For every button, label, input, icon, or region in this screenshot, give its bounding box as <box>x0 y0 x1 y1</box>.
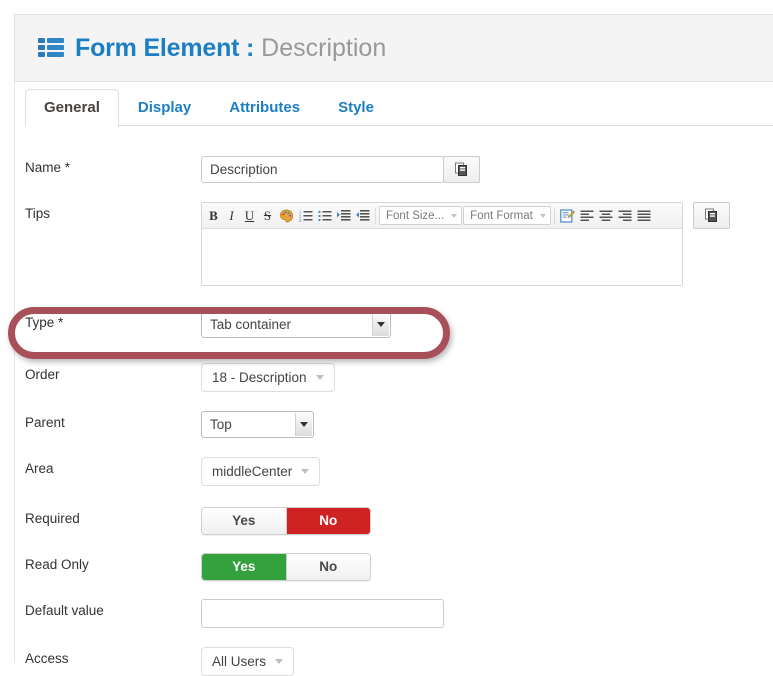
area-value: middleCenter <box>212 464 293 479</box>
area-label: Area <box>25 461 54 476</box>
page-subtitle: Description <box>261 33 387 62</box>
numbered-list-icon[interactable]: 1 2 3 <box>297 206 315 226</box>
row-default-value: Default value <box>15 599 773 628</box>
access-select[interactable]: All Users <box>201 647 295 676</box>
list-icon <box>38 38 64 58</box>
default-value-input[interactable] <box>201 599 444 628</box>
edit-source-icon[interactable] <box>558 206 577 226</box>
row-type: Type * Tab container <box>15 311 773 338</box>
order-label: Order <box>25 367 60 382</box>
font-size-value: Font Size... <box>386 209 445 222</box>
chevron-down-icon <box>451 213 458 218</box>
toolbar-divider <box>375 207 376 224</box>
font-size-select[interactable]: Font Size... <box>379 206 463 225</box>
tab-display[interactable]: Display <box>119 89 210 127</box>
underline-icon[interactable]: U <box>241 206 258 226</box>
name-copy-button[interactable] <box>443 156 480 183</box>
align-center-icon[interactable] <box>597 206 615 226</box>
align-justify-icon[interactable] <box>635 206 653 226</box>
align-right-icon[interactable] <box>616 206 634 226</box>
row-read-only: Read Only Yes No <box>15 553 773 581</box>
indent-icon[interactable] <box>335 206 353 226</box>
general-form: Name * Tips <box>15 126 773 676</box>
italic-icon[interactable]: I <box>223 206 240 226</box>
read-only-no-option[interactable]: No <box>286 554 370 580</box>
order-value: 18 - Description <box>212 370 307 385</box>
parent-label: Parent <box>25 415 65 430</box>
type-value: Tab container <box>210 317 292 332</box>
row-required: Required Yes No <box>15 507 773 535</box>
read-only-label: Read Only <box>25 557 89 572</box>
chevron-down-icon <box>315 375 324 380</box>
name-input[interactable] <box>201 156 444 183</box>
read-only-yes-option[interactable]: Yes <box>202 554 286 580</box>
palette-icon[interactable] <box>277 206 296 226</box>
copy-icon <box>455 162 467 176</box>
required-label: Required <box>25 511 80 526</box>
outdent-icon[interactable] <box>354 206 372 226</box>
select-arrow-icon <box>372 313 389 336</box>
tips-copy-button[interactable] <box>693 202 730 229</box>
access-value: All Users <box>212 654 267 669</box>
font-format-value: Font Format <box>470 209 533 222</box>
required-yes-option[interactable]: Yes <box>202 508 286 534</box>
area-select[interactable]: middleCenter <box>201 457 321 486</box>
type-select[interactable]: Tab container <box>201 311 391 338</box>
row-area: Area middleCenter <box>15 457 773 486</box>
font-format-select[interactable]: Font Format <box>463 206 551 225</box>
chevron-down-icon <box>275 659 284 664</box>
tab-attributes[interactable]: Attributes <box>210 89 319 127</box>
panel-body: General Display Attributes Style Name * <box>14 82 773 676</box>
editor-toolbar: B I U S 1 2 3 Font Size... Font Format <box>202 203 682 229</box>
row-parent: Parent Top <box>15 411 773 438</box>
required-toggle[interactable]: Yes No <box>201 507 371 535</box>
page-title: Form Element : <box>75 33 255 62</box>
tips-label: Tips <box>25 206 51 221</box>
copy-icon <box>705 208 717 222</box>
chevron-down-icon <box>539 213 546 218</box>
tips-rich-text-editor[interactable]: B I U S 1 2 3 Font Size... Font Format <box>201 202 683 286</box>
access-label: Access <box>25 651 69 666</box>
row-order: Order 18 - Description <box>15 363 773 392</box>
type-label: Type * <box>25 315 64 330</box>
align-left-icon[interactable] <box>578 206 596 226</box>
read-only-toggle[interactable]: Yes No <box>201 553 371 581</box>
svg-text:3: 3 <box>299 218 302 222</box>
default-value-label: Default value <box>25 603 104 618</box>
page-header: Form Element : Description <box>14 14 773 82</box>
select-arrow-icon <box>295 413 312 436</box>
order-select[interactable]: 18 - Description <box>201 363 335 392</box>
bold-icon[interactable]: B <box>205 206 222 226</box>
tips-editor-body[interactable] <box>202 229 682 285</box>
bullet-list-icon[interactable] <box>316 206 334 226</box>
parent-select[interactable]: Top <box>201 411 314 438</box>
name-label: Name * <box>25 160 71 175</box>
chevron-down-icon <box>301 469 310 474</box>
required-no-option[interactable]: No <box>286 508 370 534</box>
row-access: Access All Users <box>15 647 773 676</box>
row-tips: Tips B I U S 1 2 3 Font Size... Font For… <box>15 202 773 286</box>
tab-general[interactable]: General <box>25 89 119 127</box>
tab-style[interactable]: Style <box>319 89 393 127</box>
toolbar-divider <box>553 207 555 224</box>
row-name: Name * <box>15 156 773 183</box>
strikethrough-icon[interactable]: S <box>259 206 276 226</box>
tab-bar: General Display Attributes Style <box>15 82 773 127</box>
